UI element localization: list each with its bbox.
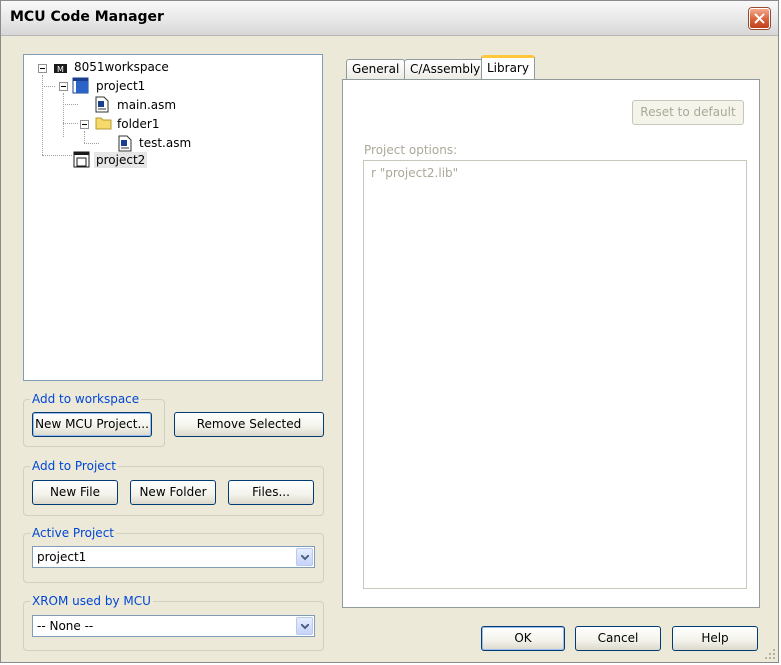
tab-library[interactable]: Library bbox=[481, 55, 535, 79]
tree-line bbox=[42, 86, 55, 87]
collapse-toggle-workspace[interactable] bbox=[38, 64, 47, 73]
tree-node-label: project2 bbox=[94, 152, 148, 168]
tree-node-label: main.asm bbox=[117, 98, 177, 112]
cancel-button[interactable]: Cancel bbox=[575, 626, 661, 651]
asm-file-icon bbox=[118, 135, 132, 152]
resize-grip-icon[interactable] bbox=[764, 648, 776, 660]
xrom-value: -- None -- bbox=[37, 619, 94, 633]
chevron-down-icon bbox=[301, 624, 309, 630]
tree-node-project1[interactable]: project1 bbox=[94, 78, 147, 94]
tree-line bbox=[63, 123, 78, 124]
collapse-toggle-project1[interactable] bbox=[59, 82, 68, 91]
tab-general[interactable]: General bbox=[346, 59, 406, 79]
group-legend: Add to workspace bbox=[30, 392, 142, 406]
workspace-icon: M bbox=[54, 64, 67, 74]
project-options-label: Project options: bbox=[364, 143, 458, 157]
remove-selected-button[interactable]: Remove Selected bbox=[174, 412, 324, 437]
tree-node-test-asm[interactable]: test.asm bbox=[137, 135, 193, 151]
mcu-code-manager-dialog: MCU Code Manager M 8051workspace project… bbox=[0, 0, 779, 663]
active-project-select[interactable]: project1 bbox=[32, 546, 315, 568]
tree-node-main-asm[interactable]: main.asm bbox=[115, 97, 178, 113]
tree-line bbox=[63, 104, 78, 105]
project-icon bbox=[73, 151, 90, 168]
active-project-value: project1 bbox=[37, 550, 87, 564]
group-legend: Active Project bbox=[30, 526, 116, 540]
collapse-toggle-folder1[interactable] bbox=[80, 120, 89, 129]
project-options-value: r "project2.lib" bbox=[371, 166, 459, 180]
close-button[interactable] bbox=[749, 8, 770, 29]
chevron-down-icon bbox=[301, 555, 309, 561]
title-bar[interactable]: MCU Code Manager bbox=[1, 1, 778, 36]
tree-line bbox=[84, 131, 85, 143]
ok-button[interactable]: OK bbox=[481, 626, 565, 651]
help-button[interactable]: Help bbox=[672, 626, 758, 651]
tree-node-label: 8051workspace bbox=[74, 60, 169, 74]
project-icon bbox=[72, 77, 89, 94]
tree-node-folder1[interactable]: folder1 bbox=[115, 116, 161, 132]
tree-node-label: project1 bbox=[96, 79, 146, 93]
tree-node-label: test.asm bbox=[139, 136, 192, 150]
tree-line bbox=[42, 75, 43, 155]
tree-node-project2[interactable]: project2 bbox=[94, 152, 148, 168]
close-icon bbox=[754, 13, 765, 24]
xrom-select[interactable]: -- None -- bbox=[32, 615, 315, 637]
window-title: MCU Code Manager bbox=[10, 9, 164, 25]
tree-line bbox=[42, 155, 72, 156]
svg-text:M: M bbox=[57, 65, 64, 74]
dropdown-button[interactable] bbox=[296, 617, 313, 635]
project-options-textarea[interactable]: r "project2.lib" bbox=[363, 160, 747, 589]
tree-line bbox=[63, 93, 64, 137]
tab-c-assembly[interactable]: C/Assembly bbox=[404, 59, 487, 79]
tree-line bbox=[84, 143, 99, 144]
group-legend: XROM used by MCU bbox=[30, 594, 153, 608]
workspace-tree[interactable]: M 8051workspace project1 main.asm folder… bbox=[23, 54, 323, 381]
reset-to-default-button[interactable]: Reset to default bbox=[632, 100, 744, 125]
files-button[interactable]: Files... bbox=[228, 480, 314, 505]
tree-node-workspace[interactable]: 8051workspace bbox=[72, 59, 171, 75]
new-folder-button[interactable]: New Folder bbox=[130, 480, 216, 505]
new-mcu-project-button[interactable]: New MCU Project... bbox=[32, 412, 152, 437]
group-legend: Add to Project bbox=[30, 459, 118, 473]
folder-icon bbox=[95, 117, 112, 130]
tree-node-label: folder1 bbox=[117, 117, 160, 131]
dropdown-button[interactable] bbox=[296, 548, 313, 566]
asm-file-icon bbox=[95, 96, 109, 113]
new-file-button[interactable]: New File bbox=[32, 480, 118, 505]
